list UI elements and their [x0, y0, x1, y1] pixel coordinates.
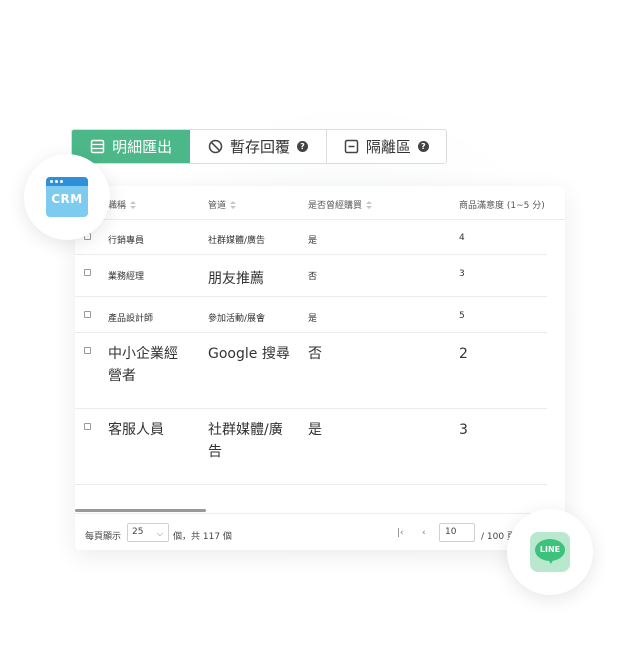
column-header-purchased[interactable]: 是否曾經購買 — [308, 198, 373, 211]
sort-icon — [366, 200, 373, 209]
cell-title-line-2: 營者 — [108, 368, 136, 384]
cell-purchased: 否 — [308, 272, 318, 282]
cell-rating: 4 — [459, 233, 465, 243]
cell-rating: 3 — [459, 269, 465, 279]
cell-rating: 2 — [459, 346, 468, 362]
per-page-select[interactable]: 25 ⌵ — [127, 523, 169, 542]
cell-channel-line-1: 社群媒體/廣 — [208, 422, 283, 438]
horizontal-scroll-track — [75, 513, 565, 514]
row-checkbox[interactable] — [84, 347, 91, 354]
prohibited-icon — [208, 139, 223, 154]
row-checkbox[interactable] — [84, 311, 91, 318]
temp-reply-button[interactable]: 暫存回覆 ? — [190, 130, 327, 163]
row-checkbox[interactable] — [84, 269, 91, 276]
table-row[interactable]: 中小企業經 營者 Google 搜尋 否 2 — [75, 333, 547, 409]
cell-purchased: 是 — [308, 422, 322, 438]
quarantine-button[interactable]: 隔離區 ? — [327, 130, 446, 163]
action-toolbar: 明細匯出 暫存回覆 ? 隔離區 ? — [71, 129, 447, 164]
line-badge: LINE — [507, 509, 593, 595]
cell-channel: 朋友推薦 — [208, 271, 264, 287]
quarantine-label: 隔離區 — [365, 138, 411, 156]
cell-channel: 參加活動/展會 — [208, 314, 266, 324]
cell-title: 產品設計師 — [108, 314, 154, 324]
per-page-label: 每頁顯示 — [85, 532, 122, 542]
cell-rating: 5 — [459, 311, 465, 321]
sort-icon — [230, 200, 237, 209]
column-header-rating[interactable]: 商品滿意度 (1~5 分) — [459, 198, 545, 211]
cell-rating: 3 — [459, 422, 468, 438]
row-checkbox[interactable] — [84, 423, 91, 430]
cell-channel-line-2: 告 — [208, 444, 222, 460]
crm-badge: CRM — [24, 154, 110, 240]
table-row[interactable]: 產品設計師 參加活動/展會 是 5 — [75, 297, 547, 333]
minus-square-icon — [344, 139, 359, 154]
column-header-channel[interactable]: 管道 — [208, 198, 237, 211]
prev-page-icon[interactable]: ‹ — [422, 528, 426, 538]
line-icon: LINE — [530, 532, 570, 572]
table-header: 職稱 管道 是否曾經購買 商品滿意度 (1~5 分) — [75, 186, 565, 220]
column-header-title[interactable]: 職稱 — [108, 198, 137, 211]
crm-label: CRM — [51, 192, 83, 206]
line-label: LINE — [539, 545, 561, 554]
table-row[interactable]: 業務經理 朋友推薦 否 3 — [75, 255, 547, 297]
first-page-icon[interactable]: |‹ — [397, 528, 404, 538]
cell-title: 客服人員 — [108, 422, 164, 438]
cell-title-line-1: 中小企業經 — [108, 346, 178, 362]
export-details-label: 明細匯出 — [112, 138, 173, 156]
crm-icon: CRM — [46, 177, 88, 217]
table-list-icon — [90, 139, 105, 154]
total-count-label: 個，共 117 個 — [173, 532, 232, 542]
sort-icon — [130, 200, 137, 209]
cell-channel: 社群媒體/廣告 — [208, 236, 266, 246]
cell-channel: Google 搜尋 — [208, 346, 290, 362]
table-row[interactable]: 客服人員 社群媒體/廣 告 是 3 — [75, 409, 547, 485]
help-icon[interactable]: ? — [417, 141, 429, 152]
cell-title: 業務經理 — [108, 272, 145, 282]
pagination-bar: 每頁顯示 25 ⌵ 個，共 117 個 |‹ ‹ 10 / 100 頁 — [75, 522, 565, 546]
data-table-card: 職稱 管道 是否曾經購買 商品滿意度 (1~5 分) 行銷專員 社群媒體/廣告 … — [75, 186, 565, 550]
table-row[interactable]: 行銷專員 社群媒體/廣告 是 4 — [75, 220, 547, 255]
page-number-input[interactable]: 10 — [439, 523, 475, 542]
export-details-button[interactable]: 明細匯出 — [72, 130, 191, 163]
cell-purchased: 否 — [308, 346, 322, 362]
help-icon[interactable]: ? — [297, 141, 308, 152]
cell-purchased: 是 — [308, 236, 318, 246]
horizontal-scrollbar[interactable] — [75, 509, 206, 512]
temp-reply-label: 暫存回覆 — [229, 138, 290, 156]
cell-title: 行銷專員 — [108, 236, 145, 246]
chevron-down-icon: ⌵ — [156, 529, 163, 538]
cell-purchased: 是 — [308, 314, 318, 324]
